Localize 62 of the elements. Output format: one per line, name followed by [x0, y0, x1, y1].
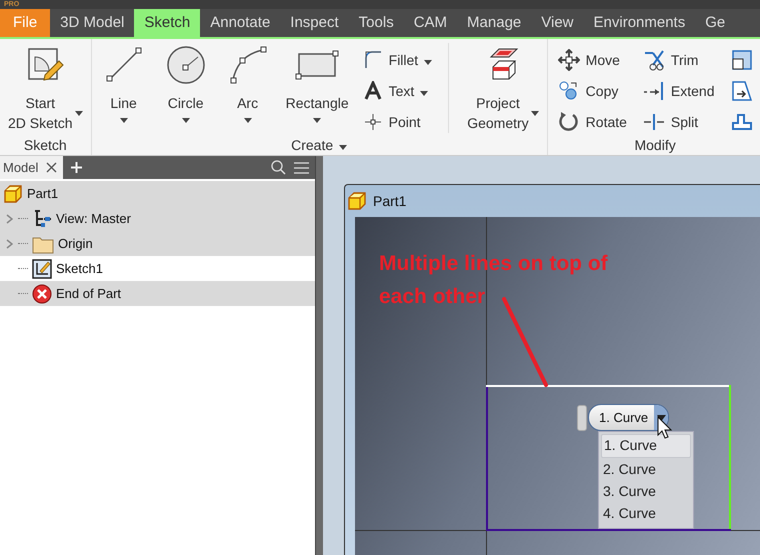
selection-dropdown[interactable]: 1. Curve [588, 404, 670, 431]
panel-title[interactable]: Create [291, 137, 334, 153]
close-icon[interactable] [46, 162, 58, 173]
move-arrows-icon [558, 48, 580, 70]
tool-button[interactable]: Start 2D Sketch [8, 93, 73, 133]
tool-button[interactable]: Fillet [388, 52, 418, 68]
tool-button[interactable]: Circle [168, 93, 204, 113]
ribbon-tab[interactable]: View [531, 9, 584, 37]
drag-handle[interactable] [577, 405, 587, 431]
cube-icon [347, 191, 367, 211]
sketch-icon [32, 258, 52, 278]
add-icon[interactable] [71, 162, 82, 173]
window-title: Part1 [373, 193, 406, 209]
rotate-arrow-icon [558, 110, 580, 132]
browser-row[interactable]: Part1 [0, 181, 315, 206]
ribbon-tab[interactable]: Tools [348, 9, 404, 37]
ribbon-tab[interactable]: Manage [457, 9, 532, 37]
tool-button[interactable]: Trim [670, 52, 698, 68]
ribbon-tab[interactable]: Ge [695, 9, 736, 37]
tool-button[interactable]: Split [670, 114, 698, 130]
menu-item[interactable]: 2. Curve [601, 458, 691, 480]
ribbon-tab[interactable]: CAM [404, 9, 458, 37]
panel-title: Modify [634, 137, 676, 153]
browser-node-label: View: Master [56, 211, 131, 226]
view-tree-icon [32, 208, 52, 228]
search-icon[interactable] [271, 160, 286, 175]
text-tool-icon [362, 80, 383, 100]
error-x-icon [32, 284, 52, 304]
browser-row[interactable]: Origin [0, 231, 315, 256]
ribbon-tab[interactable]: Environments [584, 9, 696, 37]
tool-button[interactable]: Text [388, 82, 414, 98]
menu-item[interactable]: 3. Curve [601, 480, 691, 502]
tool-button[interactable]: Rotate [586, 114, 627, 130]
tool-button[interactable]: Copy [586, 82, 618, 98]
browser-row[interactable]: View: Master [0, 206, 315, 231]
cube-icon [3, 184, 23, 204]
tool-button[interactable]: Line [110, 93, 137, 113]
browser-node-label: Sketch1 [56, 261, 103, 276]
tool-button[interactable]: Point [388, 114, 421, 130]
tool-button[interactable]: Rectangle [286, 93, 349, 113]
ribbon-tab[interactable]: 3D Model [50, 9, 134, 37]
tool-button[interactable]: Project Geometry [467, 93, 529, 133]
panel-title: Sketch [24, 137, 67, 153]
ribbon-tab[interactable]: Annotate [200, 9, 280, 37]
menu-icon[interactable] [294, 162, 309, 174]
scissors-icon [642, 48, 665, 70]
menu-item[interactable]: 1. Curve [601, 434, 691, 458]
annotation-text: Multiple lines on top of each other [379, 251, 609, 310]
tool-button[interactable]: Move [586, 52, 620, 68]
point-tool-icon [362, 112, 383, 132]
browser-row[interactable]: End of Part [0, 281, 315, 306]
ribbon-tab[interactable]: Inspect [280, 9, 349, 37]
extend-icon [642, 80, 665, 102]
menu-item[interactable]: 4. Curve [601, 502, 691, 524]
ribbon-tab[interactable]: Sketch [134, 9, 200, 37]
browser-node-label: End of Part [56, 286, 122, 301]
tool-button[interactable]: Extend [670, 82, 715, 98]
tool-button[interactable]: Arc [237, 93, 258, 113]
fillet-icon [362, 50, 383, 70]
browser-node-label: Origin [58, 236, 93, 251]
browser-node-label: Part1 [27, 186, 58, 201]
mouse-pointer-icon [657, 416, 673, 440]
